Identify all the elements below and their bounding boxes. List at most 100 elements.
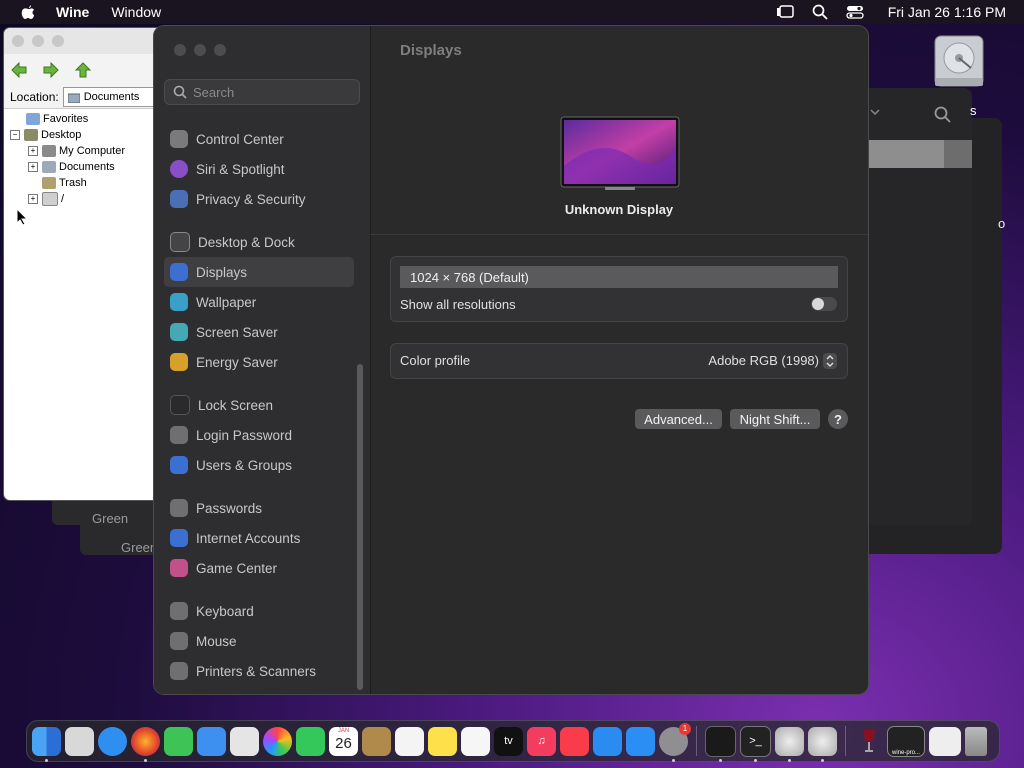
sidebar-item-lock-screen[interactable]: Lock Screen	[164, 390, 354, 420]
displays-pane: Displays Unknown Display 1024 × 768 (Def…	[370, 26, 868, 694]
expand-toggle-icon[interactable]: +	[28, 194, 38, 204]
resolution-option-selected[interactable]: 1024 × 768 (Default)	[400, 266, 838, 288]
location-bar: Location: Documents	[4, 86, 164, 109]
spotlight-search-icon[interactable]	[812, 4, 828, 20]
control-center-icon[interactable]	[846, 5, 864, 19]
menu-bar-extras: Fri Jan 26 1:16 PM	[776, 0, 1006, 24]
apple-tv-icon[interactable]: tv	[494, 726, 523, 756]
favorites-folder-icon	[26, 113, 40, 125]
facetime-icon[interactable]	[296, 726, 325, 756]
safari-icon[interactable]	[98, 726, 127, 756]
messages-icon[interactable]	[164, 726, 193, 756]
keynote-icon[interactable]	[593, 726, 622, 756]
news-icon[interactable]	[560, 726, 589, 756]
trash-icon[interactable]	[965, 726, 987, 756]
sidebar-item-control-center[interactable]: Control Center	[164, 124, 354, 154]
expand-toggle-icon[interactable]: +	[28, 146, 38, 156]
wine-explorer-window[interactable]: Location: Documents Favorites − Desktop …	[4, 28, 164, 500]
tree-item-my-computer[interactable]: + My Computer	[4, 143, 164, 159]
sidebar-item-wallpaper[interactable]: Wallpaper	[164, 287, 354, 317]
system-settings-window[interactable]: Search Control Center Siri & Spotlight P…	[154, 26, 868, 694]
up-down-chevron-icon[interactable]	[823, 353, 837, 369]
page-title: Displays	[400, 42, 462, 59]
hard-drive-icon[interactable]	[932, 34, 986, 92]
wine-title-bar[interactable]	[4, 28, 164, 54]
calendar-icon[interactable]: JAN 26	[329, 726, 358, 756]
desktop-icon	[24, 129, 38, 141]
tree-item-root[interactable]: + /	[4, 191, 164, 207]
sidebar-item-passwords[interactable]: Passwords	[164, 493, 354, 523]
night-shift-button[interactable]: Night Shift...	[730, 409, 820, 429]
close-window-button[interactable]	[12, 35, 24, 47]
sidebar-item-displays[interactable]: Displays	[164, 257, 354, 287]
stage-manager-icon[interactable]	[776, 5, 794, 19]
zoom-window-button[interactable]	[52, 35, 64, 47]
terminal-icon[interactable]: >_	[740, 725, 771, 762]
wine-glass-icon[interactable]	[854, 727, 883, 756]
music-icon[interactable]: ♫	[527, 726, 556, 756]
help-button[interactable]: ?	[828, 409, 848, 429]
system-settings-icon[interactable]: 1	[659, 722, 691, 762]
sidebar-item-siri-spotlight[interactable]: Siri & Spotlight	[164, 154, 354, 184]
back-arrow-icon[interactable]	[10, 61, 28, 79]
tree-item-favorites[interactable]: Favorites	[4, 111, 164, 127]
app-store-icon[interactable]	[626, 726, 655, 756]
minimize-window-button[interactable]	[32, 35, 44, 47]
wine-disc-icon-2[interactable]	[808, 726, 837, 762]
documents-folder-icon	[42, 161, 56, 173]
tree-item-documents[interactable]: + Documents	[4, 159, 164, 175]
sidebar-item-privacy-security[interactable]: Privacy & Security	[164, 184, 354, 214]
sidebar-item-internet-accounts[interactable]: Internet Accounts	[164, 523, 354, 553]
freeform-icon[interactable]	[461, 726, 490, 756]
console-icon[interactable]	[705, 725, 736, 762]
sidebar-item-label: Login Password	[196, 427, 293, 443]
lock-screen-icon	[170, 395, 190, 415]
sidebar-item-keyboard[interactable]: Keyboard	[164, 596, 354, 626]
menu-app-name[interactable]: Wine	[56, 4, 89, 20]
contacts-icon[interactable]	[362, 726, 391, 756]
show-all-resolutions-toggle[interactable]	[811, 297, 837, 311]
close-window-button[interactable]	[174, 44, 186, 56]
photos-icon[interactable]	[263, 726, 292, 756]
printer-icon	[170, 662, 188, 680]
finder-icon[interactable]	[32, 726, 61, 762]
location-label: Location:	[10, 90, 59, 104]
sidebar-item-mouse[interactable]: Mouse	[164, 626, 354, 656]
launchpad-icon[interactable]	[65, 726, 94, 756]
advanced-button[interactable]: Advanced...	[635, 409, 722, 429]
sidebar-scrollbar[interactable]	[357, 364, 363, 690]
window-thumbnail-icon[interactable]	[929, 726, 961, 756]
sidebar-item-users-groups[interactable]: Users & Groups	[164, 450, 354, 480]
color-profile-select[interactable]: Adobe RGB (1998)	[708, 353, 819, 368]
mail-icon[interactable]	[197, 726, 226, 756]
minimize-window-button[interactable]	[194, 44, 206, 56]
maps-icon[interactable]	[230, 726, 259, 756]
siri-icon	[170, 160, 188, 178]
notes-icon[interactable]	[428, 726, 457, 756]
wine-program-window-icon[interactable]: wine-pro...	[887, 725, 925, 757]
sidebar-item-login-password[interactable]: Login Password	[164, 420, 354, 450]
sidebar-item-game-center[interactable]: Game Center	[164, 553, 354, 583]
menu-clock[interactable]: Fri Jan 26 1:16 PM	[888, 4, 1006, 20]
reminders-icon[interactable]	[395, 726, 424, 756]
zoom-window-button[interactable]	[214, 44, 226, 56]
apple-icon[interactable]	[20, 4, 36, 20]
up-arrow-icon[interactable]	[74, 61, 92, 79]
menu-window[interactable]: Window	[111, 4, 161, 20]
search-icon	[934, 106, 951, 123]
tree-item-desktop[interactable]: − Desktop	[4, 127, 164, 143]
display-monitor-icon	[560, 116, 680, 190]
firefox-icon[interactable]	[131, 726, 160, 762]
sidebar-item-printers-scanners[interactable]: Printers & Scanners	[164, 656, 354, 686]
settings-search-input[interactable]: Search	[164, 79, 360, 105]
desktop-dock-icon	[170, 232, 190, 252]
sidebar-item-desktop-dock[interactable]: Desktop & Dock	[164, 227, 354, 257]
sidebar-item-screen-saver[interactable]: Screen Saver	[164, 317, 354, 347]
wine-disc-icon-1[interactable]	[775, 726, 804, 762]
tree-item-trash[interactable]: Trash	[4, 175, 164, 191]
collapse-toggle-icon[interactable]: −	[10, 130, 20, 140]
forward-arrow-icon[interactable]	[42, 61, 60, 79]
expand-toggle-icon[interactable]: +	[28, 162, 38, 172]
sidebar-item-energy-saver[interactable]: Energy Saver	[164, 347, 354, 377]
location-field[interactable]: Documents	[62, 87, 164, 107]
